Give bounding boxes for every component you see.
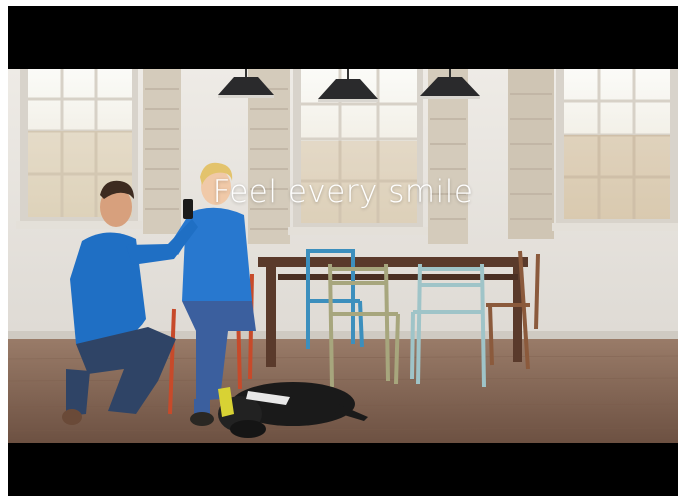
letterbox-top [8, 6, 678, 69]
letterbox-bottom [8, 443, 678, 496]
video-caption: Feel every smile [212, 174, 474, 210]
video-frame[interactable]: Feel every smile [8, 6, 678, 496]
video-scene [8, 69, 678, 443]
